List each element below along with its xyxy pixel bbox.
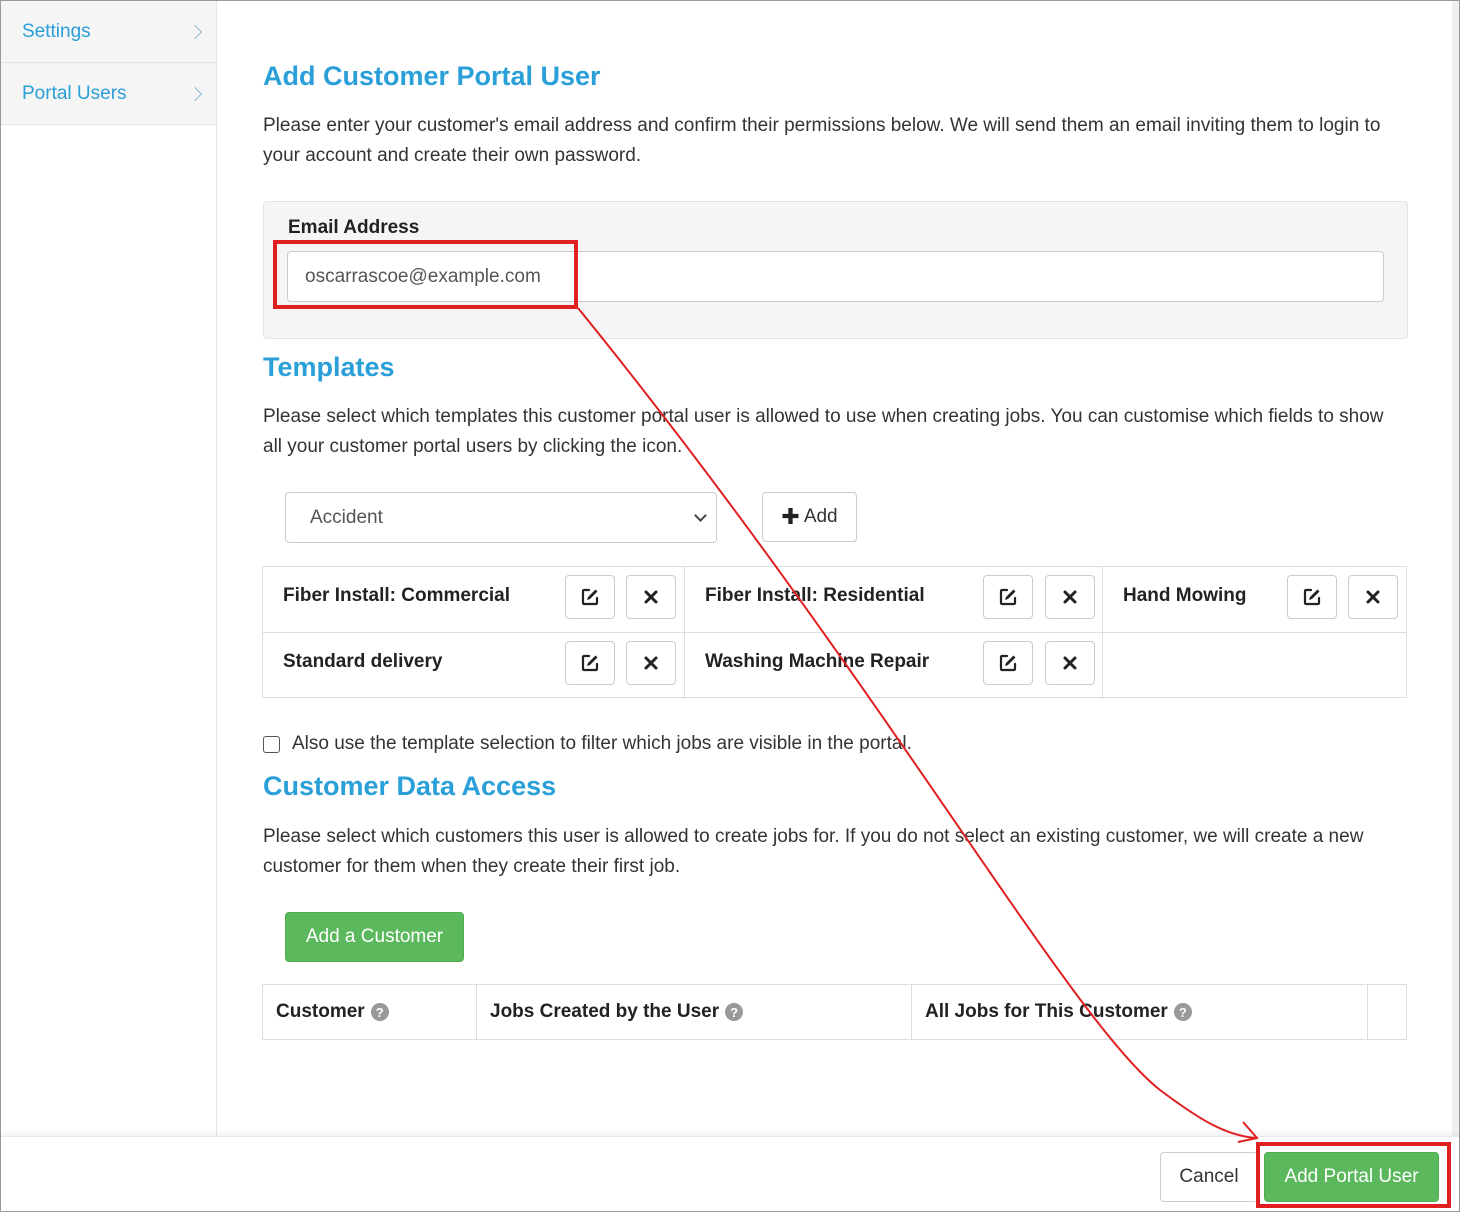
template-name: Washing Machine Repair	[705, 651, 930, 672]
add-template-label: Add	[803, 506, 838, 527]
cancel-button[interactable]: Cancel	[1160, 1152, 1258, 1202]
email-label: Email Address	[288, 217, 420, 238]
edit-template-button[interactable]	[983, 575, 1033, 619]
email-section: Email Address	[263, 201, 1408, 339]
sidebar-item-portal-users[interactable]: Portal Users	[1, 63, 216, 125]
chevron-down-icon	[694, 509, 707, 522]
remove-template-button[interactable]	[626, 641, 676, 685]
edit-icon	[581, 588, 599, 606]
remove-template-button[interactable]	[1348, 575, 1398, 619]
edit-icon	[1303, 588, 1321, 606]
sidebar-item-label: Portal Users	[22, 82, 127, 104]
email-field[interactable]	[287, 251, 1384, 302]
template-select[interactable]: Accident	[285, 492, 717, 543]
close-icon	[1063, 656, 1077, 670]
edit-icon	[581, 654, 599, 672]
template-select-value: Accident	[310, 506, 383, 528]
template-name: Fiber Install: Residential	[705, 585, 925, 606]
template-item: Fiber Install: Commercial	[263, 567, 685, 633]
edit-icon	[999, 588, 1017, 606]
chevron-right-icon	[187, 86, 203, 101]
remove-template-button[interactable]	[626, 575, 676, 619]
add-portal-user-button[interactable]: Add Portal User	[1264, 1152, 1439, 1202]
edit-template-button[interactable]	[565, 575, 615, 619]
filter-option: Also use the template selection to filte…	[263, 733, 912, 755]
help-circle-icon[interactable]: ?	[725, 1003, 744, 1021]
template-name: Fiber Install: Commercial	[283, 585, 511, 606]
close-icon	[1063, 590, 1077, 604]
plus-icon: ✚	[781, 504, 800, 529]
templates-heading: Templates	[263, 352, 395, 382]
sidebar-item-settings[interactable]: Settings	[1, 1, 216, 63]
close-icon	[644, 656, 658, 670]
add-customer-button[interactable]: Add a Customer	[285, 912, 464, 962]
template-name: Standard delivery	[283, 651, 443, 672]
sidebar-item-label: Settings	[22, 20, 91, 42]
edit-template-button[interactable]	[1287, 575, 1337, 619]
customers-description: Please select which customers this user …	[263, 826, 1364, 877]
add-template-button[interactable]: ✚ Add	[762, 492, 857, 542]
remove-template-button[interactable]	[1045, 575, 1095, 619]
template-item: Fiber Install: Residential	[685, 567, 1103, 633]
edit-icon	[999, 654, 1017, 672]
close-icon	[1366, 590, 1380, 604]
remove-template-button[interactable]	[1045, 641, 1095, 685]
chevron-right-icon	[187, 24, 203, 39]
page-title: Add Customer Portal User	[263, 61, 601, 91]
template-item: Hand Mowing	[1103, 567, 1406, 633]
column-header-customer[interactable]: Customer ?	[263, 985, 477, 1039]
templates-description: Please select which templates this custo…	[263, 406, 1384, 457]
templates-table: Fiber Install: Commercial Fiber Install:…	[262, 566, 1407, 699]
vertical-scrollbar[interactable]	[1452, 1, 1459, 1136]
sidebar: Settings Portal Users	[1, 1, 217, 1136]
close-icon	[644, 590, 658, 604]
edit-template-button[interactable]	[565, 641, 615, 685]
help-circle-icon[interactable]: ?	[1173, 1003, 1192, 1021]
filter-checkbox[interactable]	[263, 735, 280, 753]
help-circle-icon[interactable]: ?	[370, 1003, 389, 1021]
customers-table: Customer ? Jobs Created by the User ? Al…	[262, 984, 1407, 1040]
template-item: Standard delivery	[263, 633, 685, 699]
template-name: Hand Mowing	[1123, 585, 1247, 606]
column-header-all-jobs[interactable]: All Jobs for This Customer ?	[912, 985, 1368, 1039]
template-item: Washing Machine Repair	[685, 633, 1103, 699]
customers-heading: Customer Data Access	[263, 771, 557, 801]
filter-label: Also use the template selection to filte…	[292, 733, 912, 754]
column-header-jobs-created[interactable]: Jobs Created by the User ?	[477, 985, 912, 1039]
page-intro: Please enter your customer's email addre…	[263, 115, 1381, 166]
edit-template-button[interactable]	[983, 641, 1033, 685]
